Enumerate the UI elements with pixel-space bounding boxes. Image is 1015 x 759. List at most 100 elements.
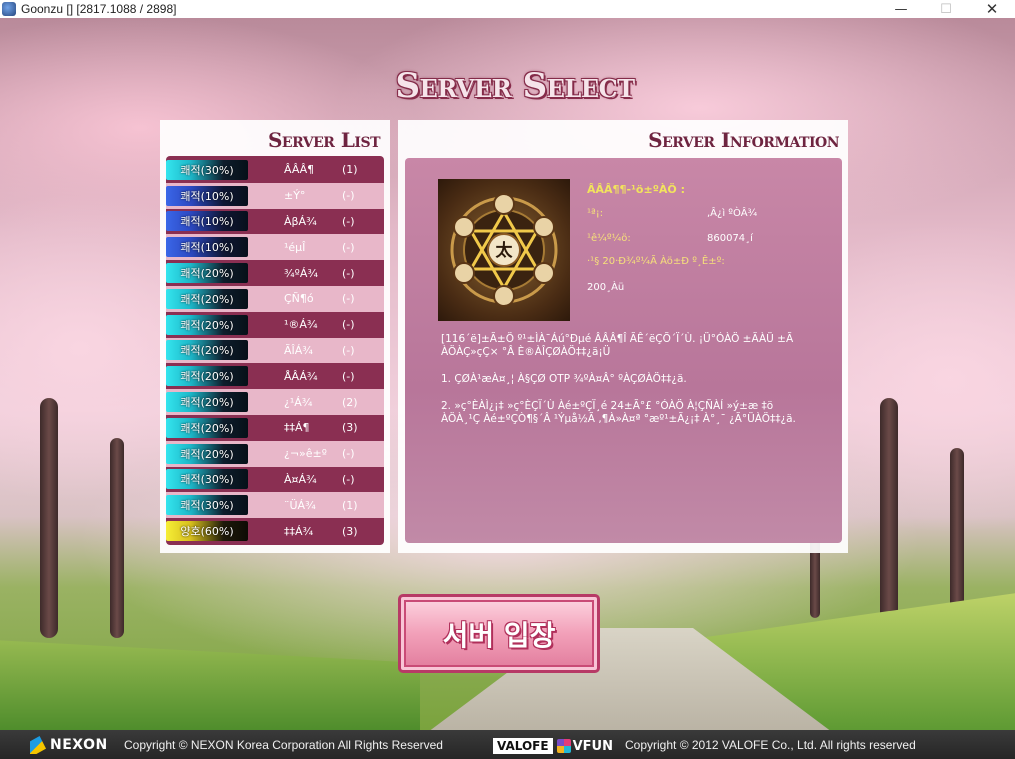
server-row[interactable]: 쾌적(10%) ±Ý°­ (-): [166, 182, 384, 209]
status-badge: 쾌적(30%): [166, 469, 248, 490]
server-name: ¾ºÁ¾: [284, 266, 319, 280]
valofe-logo-text: VALOFE: [493, 738, 553, 754]
tree-trunk: [950, 448, 964, 618]
nexon-logo-text: NEXON: [50, 737, 108, 753]
window-titlebar: Goonzu [] [2817.1088 / 2898] — ☐ ✕: [0, 0, 1015, 18]
server-count: (1): [342, 163, 358, 177]
server-count: (3): [342, 524, 358, 538]
status-badge: 쾌적(20%): [166, 288, 248, 309]
server-name: ÂÂÂ¶: [284, 163, 315, 177]
server-row[interactable]: 쾌적(10%) ÀβÁ¾ (-): [166, 209, 384, 235]
window-title: Goonzu [] [2817.1088 / 2898]: [21, 2, 177, 16]
server-count: (-): [342, 447, 355, 461]
server-name: À¤Á¾: [284, 472, 317, 486]
notice-paragraph: [116´ë]±Ã±Ö º¹±ÌÀ¯Áú°Ðµé ÂÂÂ¶Î ÃÊ´ëÇÕ´Ï´…: [441, 333, 794, 358]
valofe-copyright: Copyright © 2012 VALOFE Co., Ltd. All ri…: [625, 738, 916, 752]
server-name: ÇÑ¶ó: [284, 292, 314, 306]
notice-paragraph: 1. ÇØÀ¹æÀ¤¸¦ À§ÇØ OTP ¾ºÀ¤Â° ºÀÇØÀÖ‡‡¿ä.: [441, 373, 687, 385]
server-row[interactable]: 쾌적(20%) ÇÑ¶ó (-): [166, 285, 384, 312]
status-badge: 쾌적(30%): [166, 159, 248, 180]
status-badge: 쾌적(20%): [166, 263, 248, 284]
status-badge: 쾌적(10%): [166, 211, 248, 232]
status-badge: 쾌적(10%): [166, 237, 248, 258]
info-label: ¹ª¡:: [587, 208, 604, 219]
server-row[interactable]: 쾌적(20%) ¾ºÁ¾ (-): [166, 260, 384, 286]
server-name: ¹éµÎ: [284, 240, 306, 254]
info-value: 860074¸í: [707, 233, 753, 244]
footer: NEXON Copyright © NEXON Korea Corporatio…: [0, 730, 1015, 759]
notice-text: [116´ë]±Ã±Ö º¹±ÌÀ¯Áú°Ðµé ÂÂÂ¶Î ÃÊ´ëÇÕ´Ï´…: [441, 333, 801, 440]
server-row[interactable]: 쾌적(30%) ¨ÜÁ¾ (1): [166, 492, 384, 519]
nexon-copyright: Copyright © NEXON Korea Corporation All …: [124, 738, 443, 752]
page-title: Server Select: [395, 66, 635, 106]
status-badge: 쾌적(20%): [166, 366, 248, 387]
vfun-logo-text: VFUN: [572, 738, 613, 754]
server-info-heading: Server Information: [648, 128, 839, 152]
server-name: ÅÂÁ¾: [284, 369, 318, 383]
svg-text:太: 太: [496, 240, 514, 261]
notice-paragraph: 2. »ç°ÈÀÌ¿¡‡­ »ç°ÈÇÏ´Ù Àé±ºÇÏ¸é 24±Ã°£ °…: [441, 400, 796, 425]
status-badge: 쾌적(10%): [166, 185, 248, 206]
server-row[interactable]: 쾌적(10%) ¹éµÎ (-): [166, 234, 384, 261]
server-count: (-): [342, 266, 355, 280]
server-count: (-): [342, 292, 355, 306]
server-row[interactable]: 쾌적(20%) ¿¹Á¾ (2): [166, 389, 384, 415]
server-row[interactable]: 쾌적(20%) ¹®Á¾ (-): [166, 312, 384, 338]
vfun-mark-icon: [556, 739, 571, 753]
info-value: ,Â¿ì ºÒÂ¾: [707, 208, 758, 219]
info-title: ÂÂÂ¶¶-¹ö±ºÀÖ :: [587, 183, 685, 196]
server-list: 쾌적(30%) ÂÂÂ¶ (1) 쾌적(10%) ±Ý°­ (-) 쾌적(10%) ÀβÁ¾ (…: [166, 156, 384, 545]
server-list-heading: Server List: [267, 128, 381, 152]
info-label: ¹ê¼º¼ö:: [587, 233, 631, 244]
status-badge: 쾌적(20%): [166, 314, 248, 335]
server-count: (2): [342, 395, 358, 409]
server-row[interactable]: 쾌적(20%) ÅÂÁ¾ (-): [166, 363, 384, 389]
server-count: (-): [342, 214, 355, 228]
status-badge: 쾌적(20%): [166, 392, 248, 413]
server-count: (-): [342, 189, 355, 203]
server-count: (-): [342, 343, 355, 357]
server-row[interactable]: 쾌적(20%) ÃÎÁ¾ (-): [166, 337, 384, 364]
tree-trunk: [110, 438, 124, 638]
server-count: (-): [342, 472, 355, 486]
server-info-panel: Server Information 太 ÂÂÂ¶¶-¹ö±ºÀÖ : ¹ª¡:…: [398, 120, 848, 553]
status-badge: 쾌적(20%): [166, 443, 248, 464]
server-row[interactable]: 쾌적(30%) À¤Á¾ (-): [166, 467, 384, 493]
status-badge: 쾌적(20%): [166, 417, 248, 438]
server-name: ±Ý°­: [284, 189, 306, 203]
info-label: ·¹§ 20·Ð¾º¼Ã Àö±Ð º¸Ê±º:: [587, 256, 725, 267]
status-badge: 쾌적(30%): [166, 495, 248, 516]
server-name: ¿¹Á¾: [284, 395, 313, 409]
info-label: 200¸Àü: [587, 282, 625, 293]
server-name: ‡‡Á¾: [284, 524, 314, 538]
server-count: (3): [342, 421, 358, 435]
server-row[interactable]: 양호(60%) ‡‡Á¾ (3): [166, 518, 384, 544]
server-list-panel: Server List 쾌적(30%) ÂÂÂ¶ (1) 쾌적(10%) ±Ý°­ (-)…: [160, 120, 390, 553]
taiji-emblem-icon: 太: [438, 179, 570, 321]
server-count: (1): [342, 498, 358, 512]
server-count: (-): [342, 318, 355, 332]
status-badge: 쾌적(20%): [166, 340, 248, 361]
tree-trunk: [40, 398, 58, 638]
server-name: ÃÎÁ¾: [284, 343, 313, 357]
tree-trunk: [880, 398, 898, 628]
app-icon: [2, 2, 16, 16]
maximize-icon[interactable]: ☐: [923, 0, 969, 18]
grass: [0, 640, 420, 730]
server-row[interactable]: 쾌적(30%) ÂÂÂ¶ (1): [166, 157, 384, 183]
minimize-icon[interactable]: —: [878, 0, 924, 18]
server-count: (-): [342, 369, 355, 383]
server-row[interactable]: 쾌적(20%) ¿¬»ê±º (-): [166, 440, 384, 467]
server-name: ‡‡Á¶: [284, 421, 310, 435]
server-info-box: 太 ÂÂÂ¶¶-¹ö±ºÀÖ : ¹ª¡: ,Â¿ì ºÒÂ¾ ¹ê¼º¼ö: …: [405, 158, 842, 543]
nexon-mark-icon: [30, 736, 46, 754]
server-name: ¨ÜÁ¾: [284, 498, 316, 512]
close-icon[interactable]: ✕: [969, 0, 1015, 18]
server-name: ÀβÁ¾: [284, 214, 317, 228]
server-name: ¹®Á¾: [284, 318, 318, 332]
server-row[interactable]: 쾌적(20%) ‡‡Á¶ (3): [166, 415, 384, 441]
server-name: ¿¬»ê±º: [284, 447, 327, 461]
enter-server-label: 서버 입장: [442, 618, 556, 652]
enter-server-button[interactable]: 서버 입장: [398, 594, 600, 673]
status-badge: 양호(60%): [166, 521, 248, 542]
